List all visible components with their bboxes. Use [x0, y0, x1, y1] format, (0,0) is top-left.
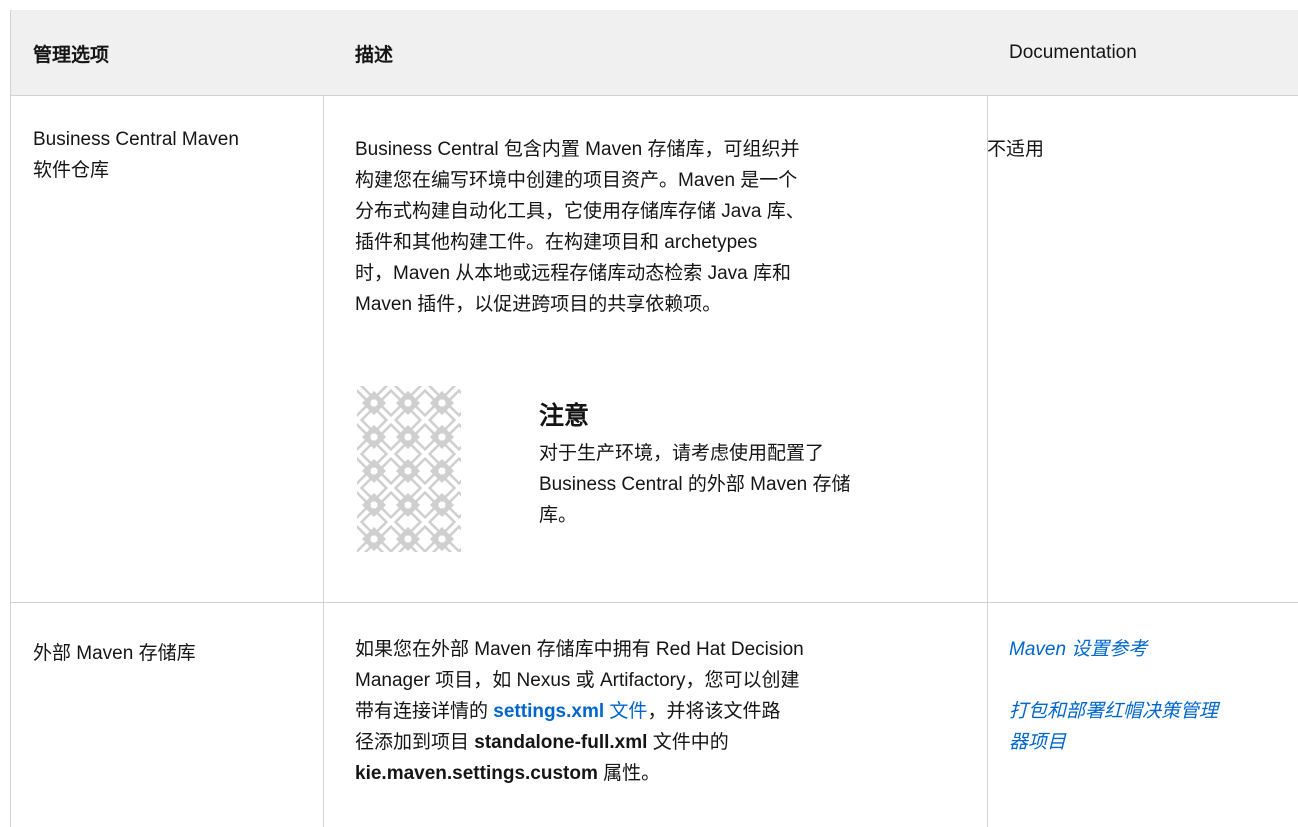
packaging-deploying-link-line2[interactable]: 器项目	[1009, 727, 1294, 758]
packaging-deploying-link-line1[interactable]: 打包和部署红帽决策管理	[1009, 696, 1294, 727]
standalone-full-xml-text: standalone-full.xml	[474, 732, 648, 753]
row2-desc-text: ，并将该文件路	[647, 701, 781, 722]
row-divider	[11, 602, 1298, 603]
note-body: 对于生产环境，请考虑使用配置了 Business Central 的外部 Mav…	[539, 438, 959, 531]
column-divider	[987, 96, 988, 827]
row1-documentation: 不适用	[987, 139, 1045, 160]
link-spacer	[1009, 665, 1294, 696]
row1-desc-line: Business Central 包含内置 Maven 存储库，可组织并	[355, 139, 800, 160]
header-documentation: Documentation	[1009, 42, 1137, 63]
row2-desc-text: 径添加到项目	[355, 732, 475, 753]
row1-desc-line: 构建您在编写环境中创建的项目资产。Maven 是一个	[355, 170, 798, 191]
row1-desc-line: Maven 插件，以促进跨项目的共享依赖项。	[355, 294, 722, 315]
row2-desc-line: Manager 项目，如 Nexus 或 Artifactory，您可以创建	[355, 670, 800, 691]
row1-desc-line: 时，Maven 从本地或远程存储库动态检索 Java 库和	[355, 263, 791, 284]
settings-xml-link-suffix[interactable]: 文件	[604, 701, 647, 722]
note-line: 对于生产环境，请考虑使用配置了	[539, 443, 825, 464]
warning-pattern-icon	[357, 386, 461, 552]
kie-maven-settings-custom-text: kie.maven.settings.custom	[355, 763, 598, 784]
column-divider	[323, 96, 324, 827]
row2-documentation: Maven 设置参考 打包和部署红帽决策管理 器项目	[1009, 634, 1294, 758]
note-line: 库。	[539, 505, 578, 526]
row1-option-line1: Business Central Maven	[33, 129, 239, 150]
maven-settings-reference-link[interactable]: Maven 设置参考	[1009, 634, 1294, 665]
header-management-option: 管理选项	[33, 44, 110, 66]
management-options-table: 管理选项 描述 Documentation Business Central M…	[10, 10, 1298, 827]
row2-desc-text: 属性。	[597, 763, 661, 784]
header-description: 描述	[355, 44, 394, 66]
row2-desc-line: 径添加到项目 standalone-full.xml 文件中的	[355, 727, 965, 758]
row1-option: Business Central Maven 软件仓库	[33, 124, 323, 186]
settings-xml-link[interactable]: settings.xml	[493, 701, 604, 722]
row2-desc-line: 如果您在外部 Maven 存储库中拥有 Red Hat Decision	[355, 639, 804, 660]
table-header: 管理选项 描述 Documentation	[11, 10, 1298, 96]
row2-description: 如果您在外部 Maven 存储库中拥有 Red Hat Decision Man…	[355, 634, 965, 789]
row2-desc-text: 带有连接详情的	[355, 701, 494, 722]
row2-desc-line: kie.maven.settings.custom 属性。	[355, 758, 965, 789]
row1-desc-line: 插件和其他构建工件。在构建项目和 archetypes	[355, 232, 758, 253]
row2-desc-text: 文件中的	[647, 732, 729, 753]
row1-desc-line: 分布式构建自动化工具，它使用存储库存储 Java 库、	[355, 201, 805, 222]
note-line: Business Central 的外部 Maven 存储	[539, 474, 851, 495]
row1-description: Business Central 包含内置 Maven 存储库，可组织并 构建您…	[355, 134, 965, 320]
row2-option: 外部 Maven 存储库	[33, 643, 196, 664]
note-title: 注意	[539, 402, 590, 430]
row1-option-line2: 软件仓库	[33, 160, 110, 181]
row2-desc-line: 带有连接详情的 settings.xml 文件，并将该文件路	[355, 696, 965, 727]
